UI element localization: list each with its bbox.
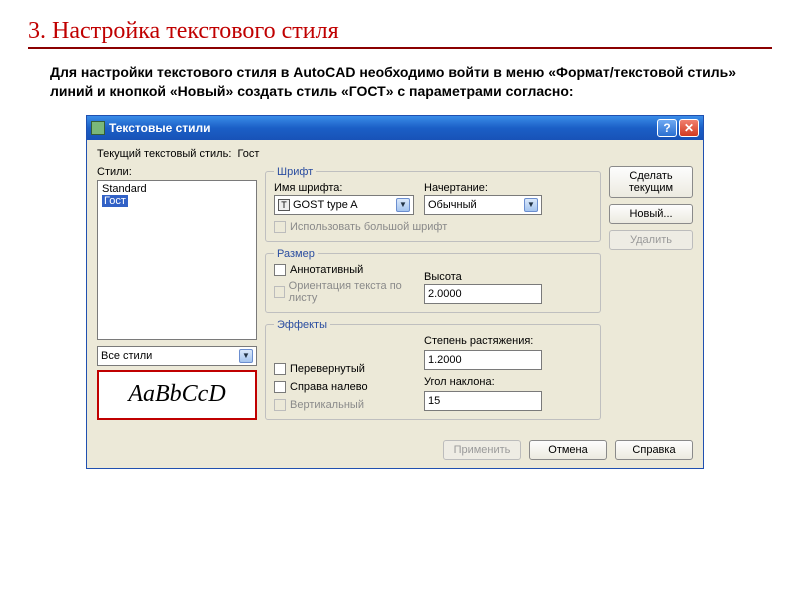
height-label: Высота [424, 271, 542, 283]
upsidedown-label: Перевернутый [290, 363, 365, 375]
width-factor-label: Степень растяжения: [424, 335, 542, 347]
font-legend: Шрифт [274, 166, 316, 178]
font-group: Шрифт Имя шрифта: TGOST type A ▼ Начерта [265, 166, 601, 242]
font-name-label: Имя шрифта: [274, 182, 414, 194]
font-style-combo[interactable]: Обычный ▼ [424, 195, 542, 215]
app-icon [91, 121, 105, 135]
style-filter-combo[interactable]: Все стили ▼ [97, 346, 257, 366]
slide-intro-text: Для настройки текстового стиля в AutoCAD… [50, 63, 772, 101]
annotative-label: Аннотативный [290, 264, 363, 276]
titlebar-help-button[interactable]: ? [657, 119, 677, 137]
chevron-down-icon: ▼ [239, 349, 253, 363]
orient-checkbox [274, 286, 285, 298]
size-group: Размер Аннотативный Ориентация текста по… [265, 248, 601, 313]
chevron-down-icon: ▼ [524, 198, 538, 212]
list-item[interactable]: Гост [102, 195, 252, 207]
truetype-icon: T [278, 199, 290, 211]
chevron-down-icon: ▼ [396, 198, 410, 212]
list-item[interactable]: Standard [102, 183, 252, 195]
backwards-label: Справа налево [290, 381, 368, 393]
vertical-checkbox [274, 399, 286, 411]
upsidedown-checkbox[interactable] [274, 363, 286, 375]
height-input[interactable]: 2.0000 [424, 284, 542, 304]
bigfont-checkbox [274, 221, 286, 233]
cancel-button[interactable]: Отмена [529, 440, 607, 460]
titlebar: Текстовые стили ? ✕ [87, 116, 703, 140]
new-button[interactable]: Новый... [609, 204, 693, 224]
orient-label: Ориентация текста по листу [289, 280, 414, 304]
current-style-label: Текущий текстовый стиль: Гост [97, 148, 693, 160]
help-button[interactable]: Справка [615, 440, 693, 460]
font-style-label: Начертание: [424, 182, 542, 194]
font-name-combo[interactable]: TGOST type A ▼ [274, 195, 414, 215]
size-legend: Размер [274, 248, 318, 260]
effects-legend: Эффекты [274, 319, 330, 331]
effects-group: Эффекты Перевернутый Справа налево Верти… [265, 319, 601, 420]
width-factor-input[interactable]: 1.2000 [424, 350, 542, 370]
backwards-checkbox[interactable] [274, 381, 286, 393]
text-styles-dialog: Текстовые стили ? ✕ Текущий текстовый ст… [86, 115, 704, 469]
preview-box: AaBbCcD [97, 370, 257, 420]
slide-title: 3. Настройка текстового стиля [28, 18, 772, 45]
set-current-button[interactable]: Сделать текущим [609, 166, 693, 198]
style-filter-value: Все стили [101, 350, 152, 362]
styles-list-label: Стили: [97, 166, 257, 178]
title-underline [28, 47, 772, 49]
styles-listbox[interactable]: Standard Гост [97, 180, 257, 340]
oblique-input[interactable]: 15 [424, 391, 542, 411]
vertical-label: Вертикальный [290, 399, 364, 411]
bigfont-label: Использовать большой шрифт [290, 221, 447, 233]
annotative-checkbox[interactable] [274, 264, 286, 276]
apply-button: Применить [443, 440, 521, 460]
titlebar-close-button[interactable]: ✕ [679, 119, 699, 137]
delete-button: Удалить [609, 230, 693, 250]
oblique-label: Угол наклона: [424, 376, 542, 388]
window-title: Текстовые стили [109, 121, 655, 135]
